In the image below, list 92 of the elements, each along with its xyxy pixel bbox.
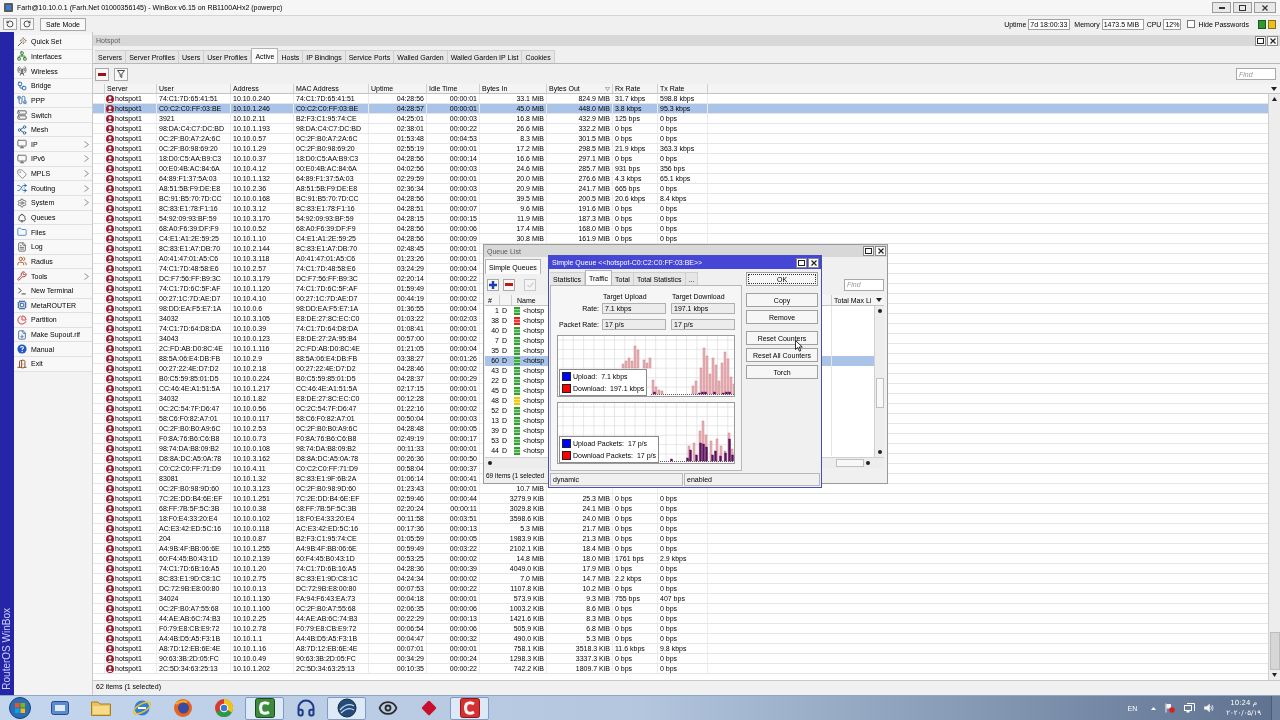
redo-icon xyxy=(23,20,31,28)
close-icon xyxy=(1262,4,1268,11)
speaker-icon xyxy=(1204,703,1215,713)
file-download-icon xyxy=(17,329,27,340)
window-switcher-icon xyxy=(50,701,69,715)
tag-icon xyxy=(17,168,27,179)
arc-tile-icon xyxy=(254,698,275,718)
caret-icon xyxy=(876,298,882,302)
cable-icon xyxy=(17,95,27,106)
wrench-icon xyxy=(17,271,27,282)
close-icon xyxy=(877,248,884,254)
maximize-icon xyxy=(798,259,805,266)
monitor-icon xyxy=(17,153,27,164)
maximize-button[interactable] xyxy=(796,257,807,268)
taskbar-app-button[interactable] xyxy=(450,696,489,720)
globe-icon xyxy=(131,698,152,718)
share-icon xyxy=(17,124,27,135)
upload-bar xyxy=(670,458,673,462)
antenna-icon xyxy=(17,66,27,77)
scroll-down-icon xyxy=(1272,673,1277,677)
undo-icon xyxy=(6,20,14,28)
check-icon xyxy=(526,281,534,288)
vertical-scrollbar[interactable] xyxy=(1268,94,1280,680)
swirl-globe-icon xyxy=(172,698,193,718)
scroll-dot-icon xyxy=(877,450,882,454)
document-icon xyxy=(17,241,27,252)
remove-button[interactable] xyxy=(95,67,109,81)
network-icon xyxy=(1184,703,1196,713)
folder-icon xyxy=(90,700,111,716)
maximize-button[interactable] xyxy=(863,246,874,256)
scroll-dot-icon xyxy=(866,461,870,465)
pie-chart-icon xyxy=(17,315,27,325)
close-button[interactable] xyxy=(808,257,819,268)
maximize-icon xyxy=(865,248,872,254)
headphones-icon xyxy=(295,698,316,718)
minimize-icon xyxy=(1218,6,1225,9)
minimize-button[interactable] xyxy=(1212,2,1231,13)
eye-icon xyxy=(377,698,398,718)
close-icon xyxy=(810,259,817,266)
close-button[interactable] xyxy=(875,246,886,256)
gear-icon xyxy=(17,197,27,208)
close-icon xyxy=(1269,37,1276,44)
minus-icon xyxy=(505,283,513,286)
mouse-pointer-icon xyxy=(795,340,803,352)
minus-icon xyxy=(98,72,106,76)
remove-button[interactable] xyxy=(503,278,515,291)
show-hidden-icons-icon xyxy=(1151,706,1157,710)
workflow-icon xyxy=(17,80,27,91)
chip-icon xyxy=(17,300,27,311)
taskbar-app-button[interactable] xyxy=(245,696,284,720)
funnel-icon xyxy=(117,70,125,78)
caret-icon xyxy=(1271,86,1277,91)
vertical-scrollbar[interactable] xyxy=(874,306,884,457)
close-button[interactable] xyxy=(1267,35,1278,46)
monitor-icon xyxy=(17,139,27,150)
users-icon xyxy=(17,256,27,267)
close-button[interactable] xyxy=(1254,2,1276,13)
filter-button[interactable] xyxy=(114,67,128,81)
segmented-circle-icon xyxy=(213,698,234,718)
door-icon xyxy=(17,358,27,369)
scrollbar-thumb[interactable] xyxy=(875,378,884,408)
maximize-button[interactable] xyxy=(1233,2,1252,13)
scrollbar-thumb[interactable] xyxy=(1269,632,1280,670)
wand-icon xyxy=(17,36,27,47)
scroll-dot-icon xyxy=(877,309,882,313)
sphere-icon xyxy=(336,698,357,718)
folder-icon xyxy=(17,227,27,238)
tree-icon xyxy=(17,212,27,223)
plus-icon xyxy=(489,280,497,289)
maximize-icon xyxy=(1257,37,1264,44)
shuffle-icon xyxy=(17,183,27,194)
scrollbar-thumb[interactable] xyxy=(836,459,864,467)
server-icon xyxy=(17,110,27,120)
terminal-icon xyxy=(17,285,27,296)
undo-button[interactable] xyxy=(3,18,17,30)
app-icon xyxy=(4,3,13,12)
sort-icon xyxy=(605,86,610,91)
maximize-icon xyxy=(1239,4,1246,11)
network-icon xyxy=(17,51,27,62)
arc-tile-icon xyxy=(459,698,480,718)
redo-button[interactable] xyxy=(20,18,34,30)
help-icon xyxy=(17,344,27,355)
taskbar-app-button[interactable] xyxy=(327,696,366,720)
add-button[interactable] xyxy=(487,278,499,291)
start-orb-icon xyxy=(9,697,31,719)
maximize-button[interactable] xyxy=(1255,35,1266,46)
scroll-up-icon xyxy=(1272,97,1277,101)
scroll-dot-icon xyxy=(488,461,492,465)
column-menu-button[interactable] xyxy=(1268,84,1280,93)
hide-passwords-checkbox[interactable] xyxy=(1187,20,1196,28)
flag-alert-icon xyxy=(1165,703,1176,713)
banner-text: RouterOS WinBox xyxy=(2,608,12,690)
